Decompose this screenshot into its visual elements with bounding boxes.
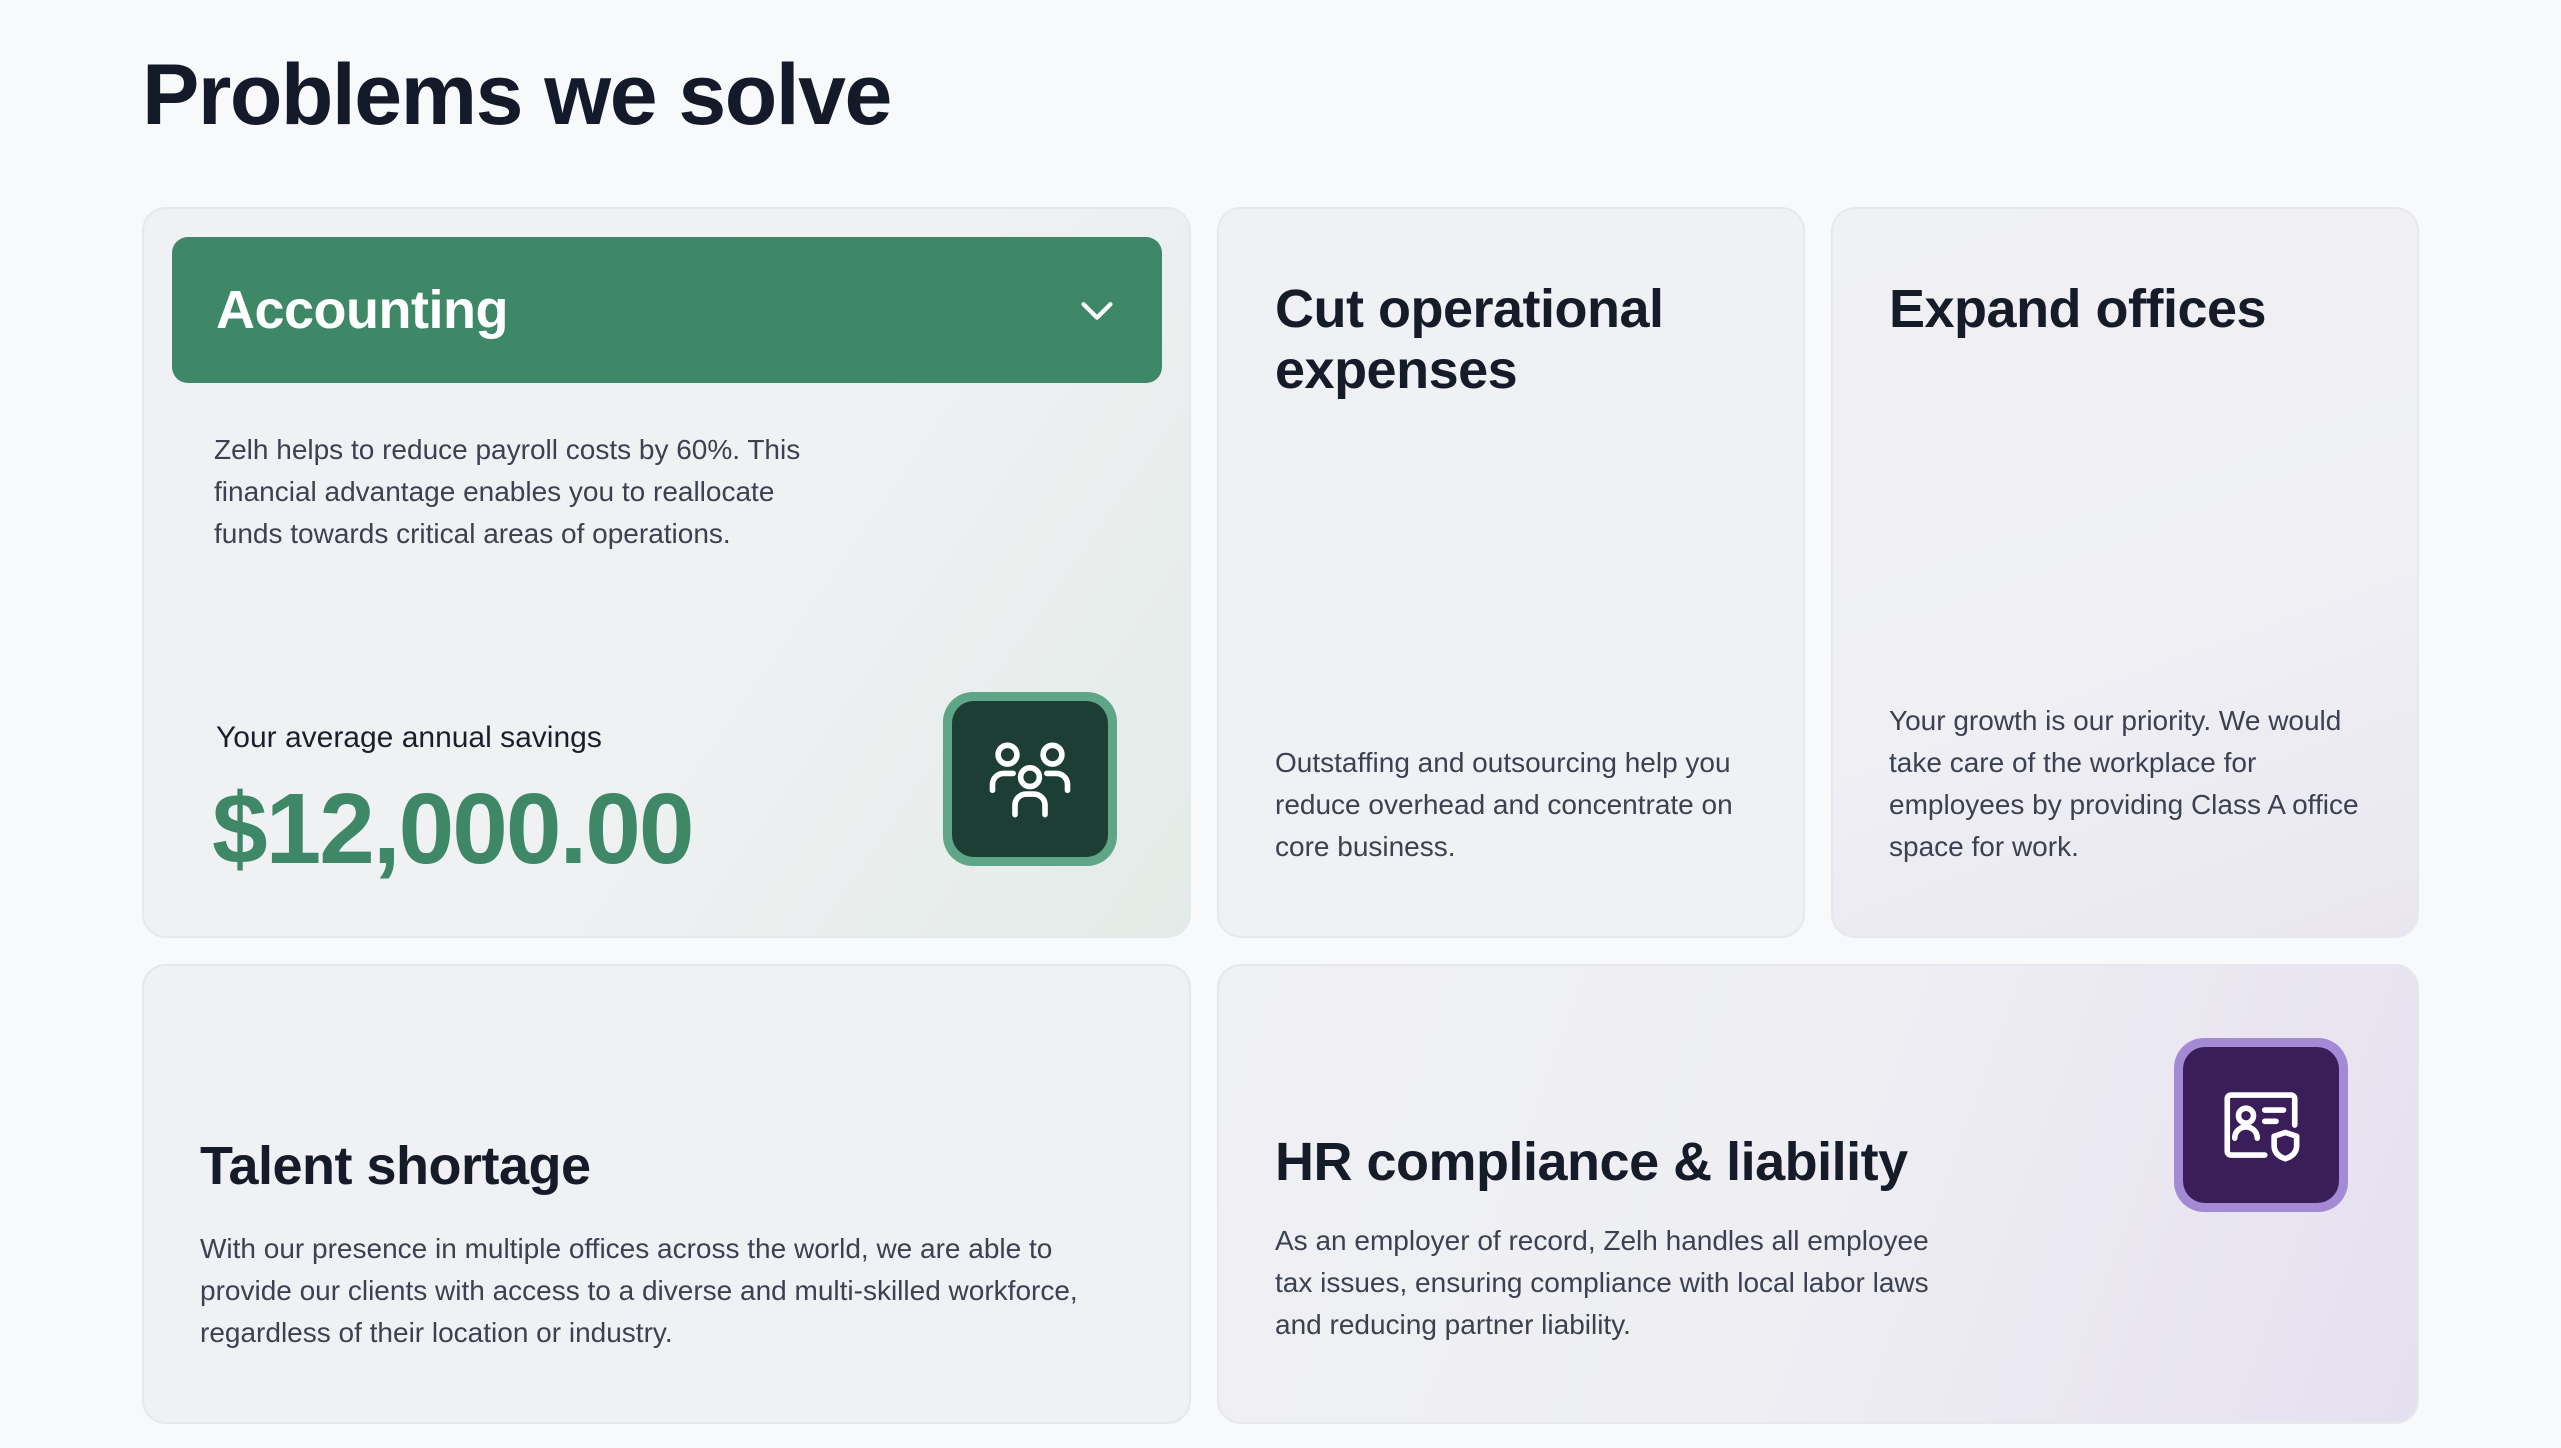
savings-value: $12,000.00 [212,773,694,885]
accordion-label: Accounting [216,280,508,340]
id-card-shield-icon [2224,1092,2300,1162]
accounting-accordion-header[interactable]: Accounting [172,237,1162,383]
card-talent-shortage[interactable]: Talent shortage With our presence in mul… [142,964,1191,1424]
card-title: Cut operational expenses [1275,279,1664,400]
accounting-icon-tile [943,692,1117,866]
card-description: As an employer of record, Zelh handles a… [1275,1225,1929,1340]
card-expand-offices[interactable]: Expand offices Your growth is our priori… [1831,207,2419,938]
card-cut-operational-expenses[interactable]: Cut operational expenses Outstaffing and… [1217,207,1805,938]
accounting-description: Zelh helps to reduce payroll costs by 60… [214,434,801,549]
card-title: Expand offices [1889,279,2267,339]
card-description: Outstaffing and outsourcing help you red… [1275,747,1733,862]
card-accounting: Accounting Zelh helps to reduce payroll … [142,207,1191,938]
chevron-down-icon[interactable] [1074,287,1120,333]
card-title: Talent shortage [200,1136,591,1196]
card-hr-compliance[interactable]: HR compliance & liability As an employer… [1217,964,2419,1424]
savings-label: Your average annual savings [216,721,602,754]
card-description: With our presence in multiple offices ac… [200,1233,1078,1348]
hr-icon-tile [2174,1038,2348,1212]
card-title: HR compliance & liability [1275,1132,1908,1192]
card-description: Your growth is our priority. We would ta… [1889,705,2359,862]
problems-section: Problems we solve Accounting Zelh helps … [0,0,2561,1448]
page-title: Problems we solve [142,47,892,143]
team-users-icon [989,742,1071,818]
